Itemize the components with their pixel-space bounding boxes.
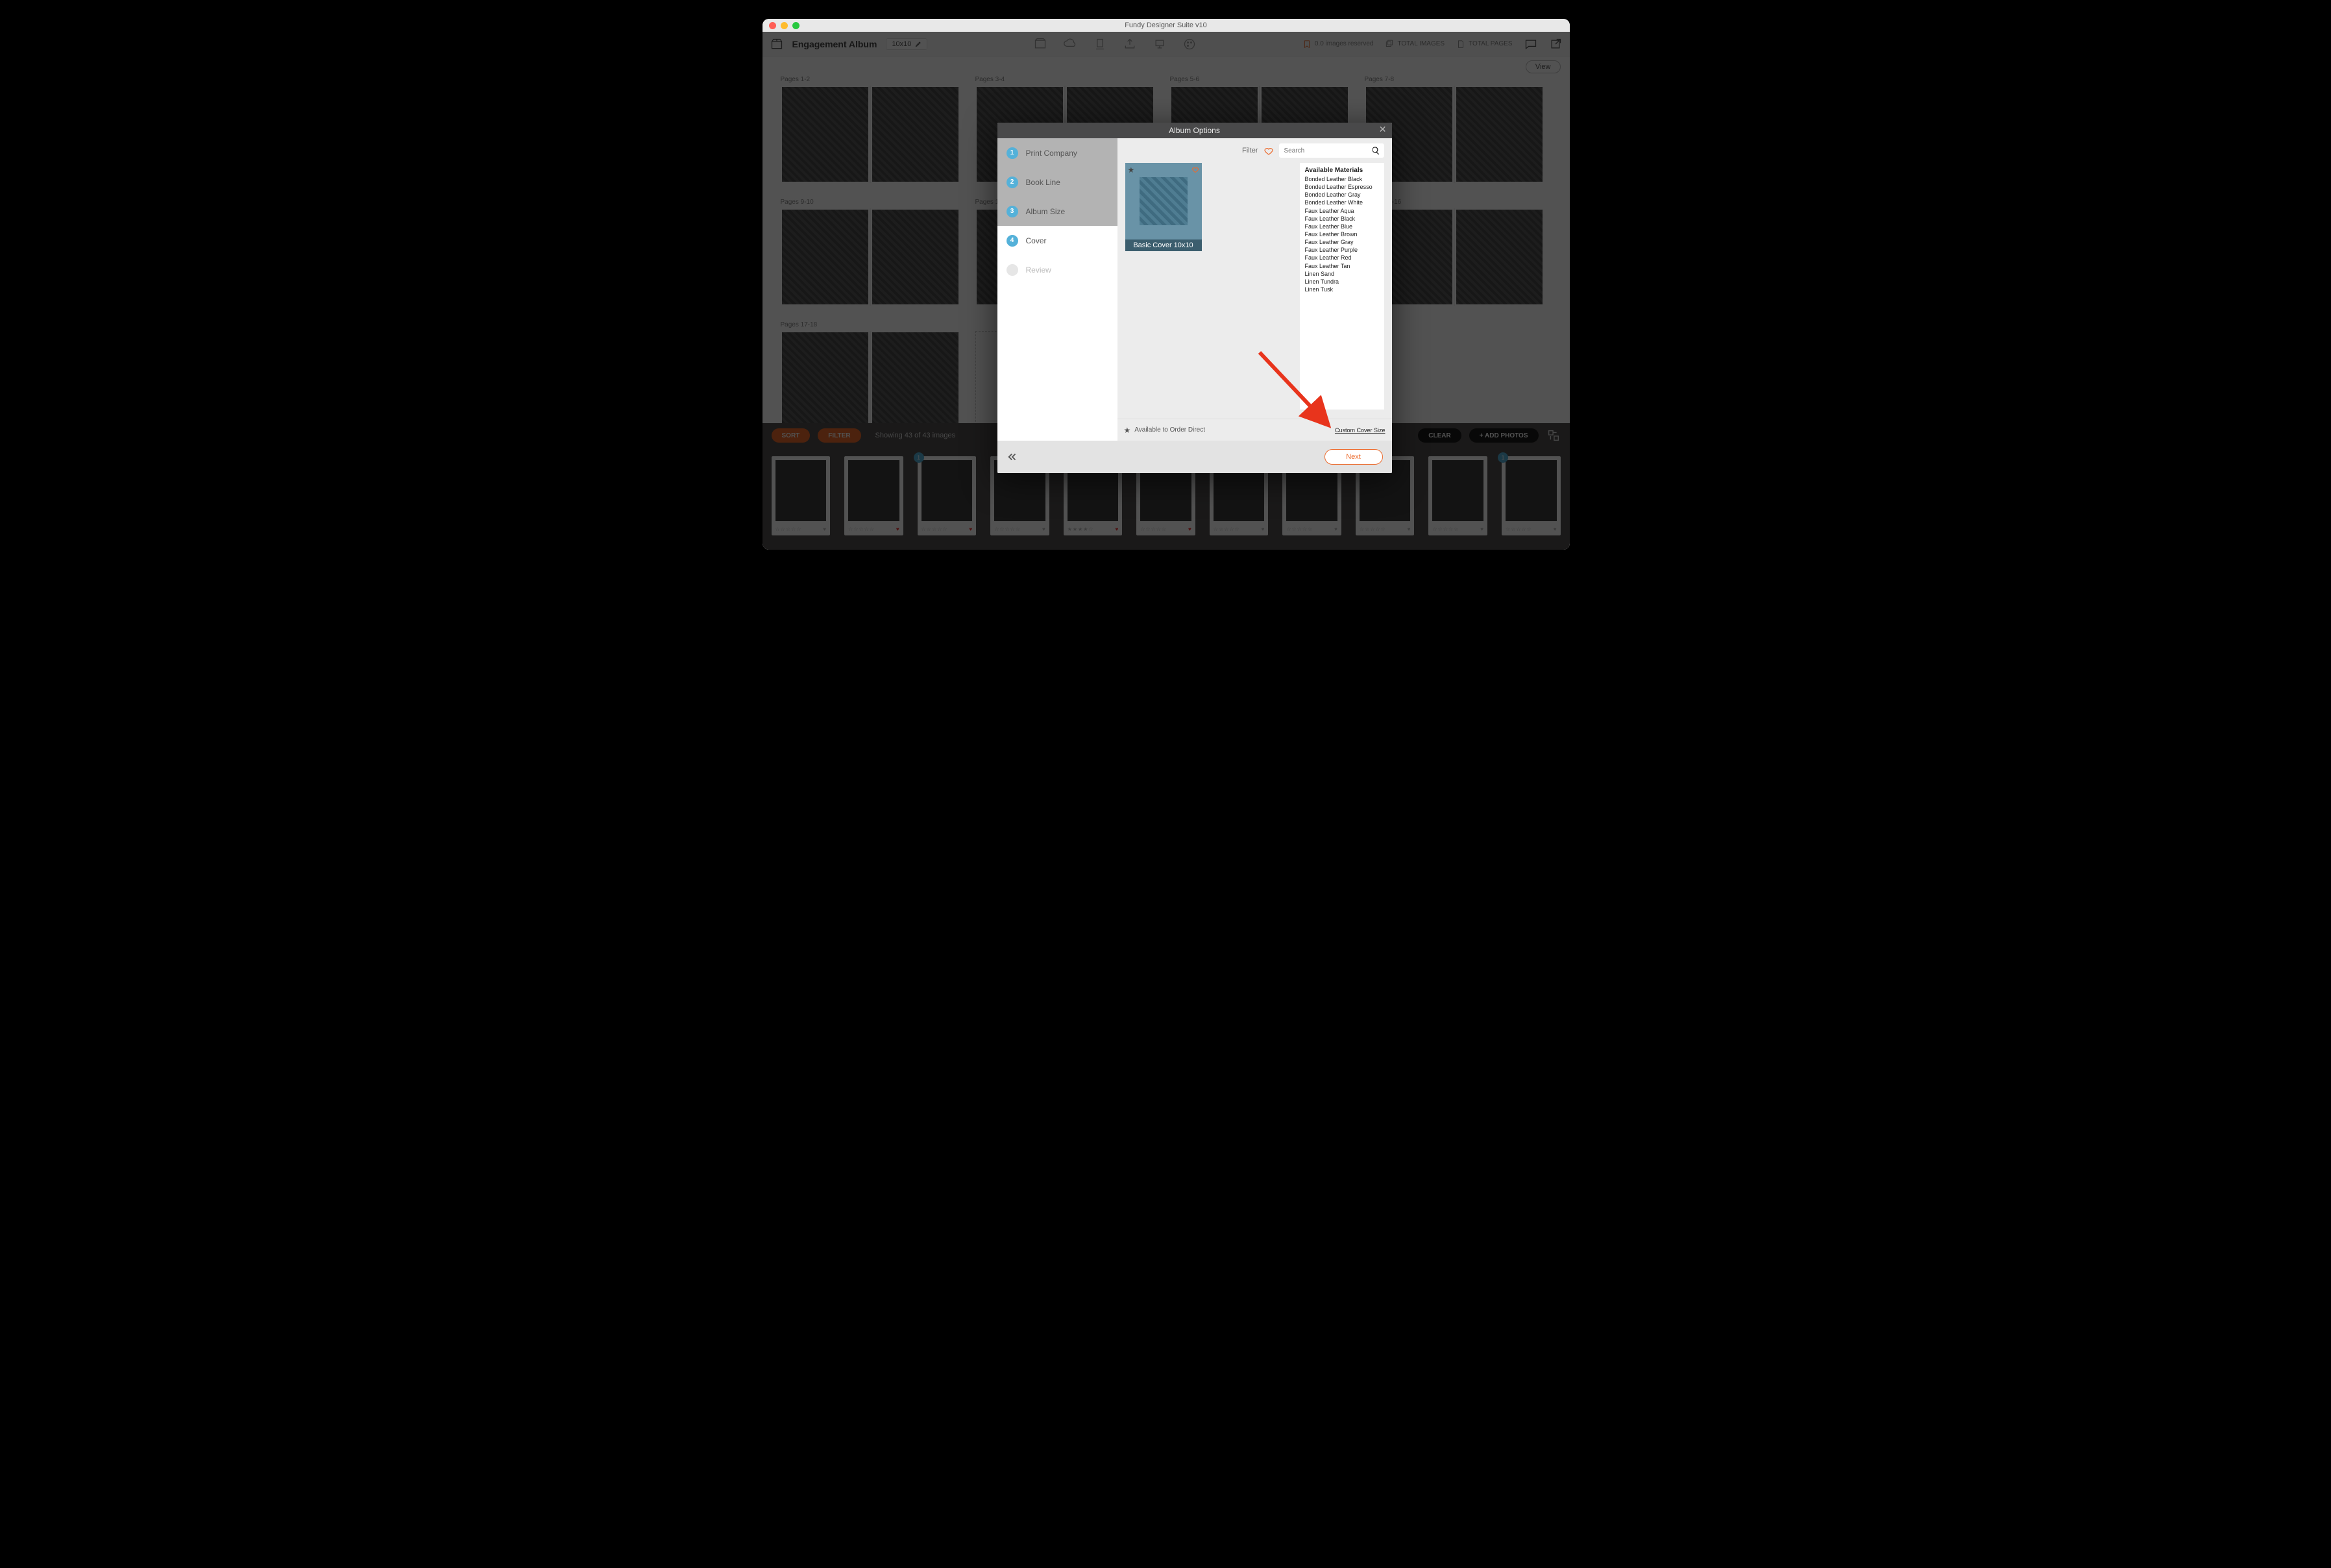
- material-item: Faux Leather Blue: [1305, 223, 1379, 230]
- star-icon: ★: [1124, 426, 1131, 435]
- direct-order-star-icon: ★: [1128, 165, 1135, 175]
- material-item: Bonded Leather Gray: [1305, 191, 1379, 199]
- step-number: [1007, 264, 1018, 276]
- step-label: Cover: [1026, 236, 1047, 245]
- titlebar: Fundy Designer Suite v10: [763, 19, 1570, 32]
- step-item: Review: [997, 255, 1117, 284]
- search-input[interactable]: [1279, 147, 1384, 154]
- modal-title: Album Options: [1169, 126, 1220, 135]
- materials-list: Bonded Leather BlackBonded Leather Espre…: [1305, 175, 1379, 293]
- pane-bottom-row: ★ Available to Order Direct Custom Cover…: [1117, 419, 1392, 441]
- zoom-window-button[interactable]: [792, 22, 799, 29]
- step-sidebar: 1 Print Company 2 Book Line 3 Album Size 4 Cove…: [997, 138, 1117, 441]
- material-item: Bonded Leather White: [1305, 199, 1379, 206]
- step-label: Print Company: [1026, 149, 1077, 158]
- material-item: Bonded Leather Black: [1305, 175, 1379, 183]
- material-item: Faux Leather Red: [1305, 254, 1379, 262]
- cover-option[interactable]: ★ Basic Cover 10x10: [1125, 163, 1202, 419]
- step-item[interactable]: 4 Cover: [997, 226, 1117, 255]
- favorite-filter-icon[interactable]: [1263, 145, 1274, 156]
- step-number: 4: [1007, 235, 1018, 247]
- window-controls: [769, 22, 799, 29]
- available-direct-label: Available to Order Direct: [1134, 426, 1205, 434]
- step-label: Review: [1026, 265, 1051, 275]
- step-item[interactable]: 1 Print Company: [997, 138, 1117, 167]
- step-item[interactable]: 3 Album Size: [997, 197, 1117, 226]
- materials-heading: Available Materials: [1305, 167, 1379, 174]
- favorite-cover-icon[interactable]: [1191, 165, 1199, 175]
- material-item: Faux Leather Brown: [1305, 230, 1379, 238]
- modal-close-button[interactable]: ✕: [1379, 125, 1387, 134]
- step-number: 2: [1007, 177, 1018, 188]
- filter-label: Filter: [1242, 147, 1258, 154]
- cover-caption: Basic Cover 10x10: [1125, 239, 1202, 251]
- pane-main: ★ Basic Cover 10x10 Available Materials …: [1117, 163, 1392, 419]
- next-button[interactable]: Next: [1324, 449, 1383, 465]
- step-item[interactable]: 2 Book Line: [997, 167, 1117, 197]
- material-item: Linen Tundra: [1305, 278, 1379, 286]
- album-options-modal: Album Options ✕ 1 Print Company 2 Book Line…: [997, 123, 1392, 473]
- step-number: 3: [1007, 206, 1018, 217]
- modal-right-pane: Filter: [1117, 138, 1392, 441]
- custom-cover-size-link[interactable]: Custom Cover Size: [1335, 427, 1385, 434]
- modal-footer: Next: [997, 441, 1392, 473]
- step-number: 1: [1007, 147, 1018, 159]
- material-item: Linen Tusk: [1305, 286, 1379, 293]
- app-window: Fundy Designer Suite v10 Engagement Albu…: [763, 19, 1570, 550]
- step-label: Book Line: [1026, 178, 1060, 187]
- chevrons-left-icon: [1007, 451, 1018, 463]
- materials-panel: Available Materials Bonded Leather Black…: [1300, 163, 1384, 410]
- minimize-window-button[interactable]: [781, 22, 788, 29]
- material-item: Faux Leather Purple: [1305, 246, 1379, 254]
- material-item: Faux Leather Tan: [1305, 262, 1379, 270]
- material-item: Faux Leather Gray: [1305, 238, 1379, 246]
- step-label: Album Size: [1026, 207, 1066, 216]
- close-window-button[interactable]: [769, 22, 776, 29]
- material-item: Linen Sand: [1305, 270, 1379, 278]
- modal-body: 1 Print Company 2 Book Line 3 Album Size 4 Cove…: [997, 138, 1392, 441]
- back-button[interactable]: [1007, 451, 1018, 463]
- modal-header: Album Options ✕: [997, 123, 1392, 138]
- cover-tile: ★: [1125, 163, 1202, 239]
- window-title: Fundy Designer Suite v10: [763, 21, 1570, 29]
- search-box: [1279, 143, 1384, 158]
- material-item: Faux Leather Aqua: [1305, 207, 1379, 215]
- pane-filter-row: Filter: [1117, 138, 1392, 163]
- material-item: Faux Leather Black: [1305, 215, 1379, 223]
- material-item: Bonded Leather Espresso: [1305, 183, 1379, 191]
- search-icon[interactable]: [1371, 146, 1380, 155]
- cover-swatch: [1140, 177, 1188, 225]
